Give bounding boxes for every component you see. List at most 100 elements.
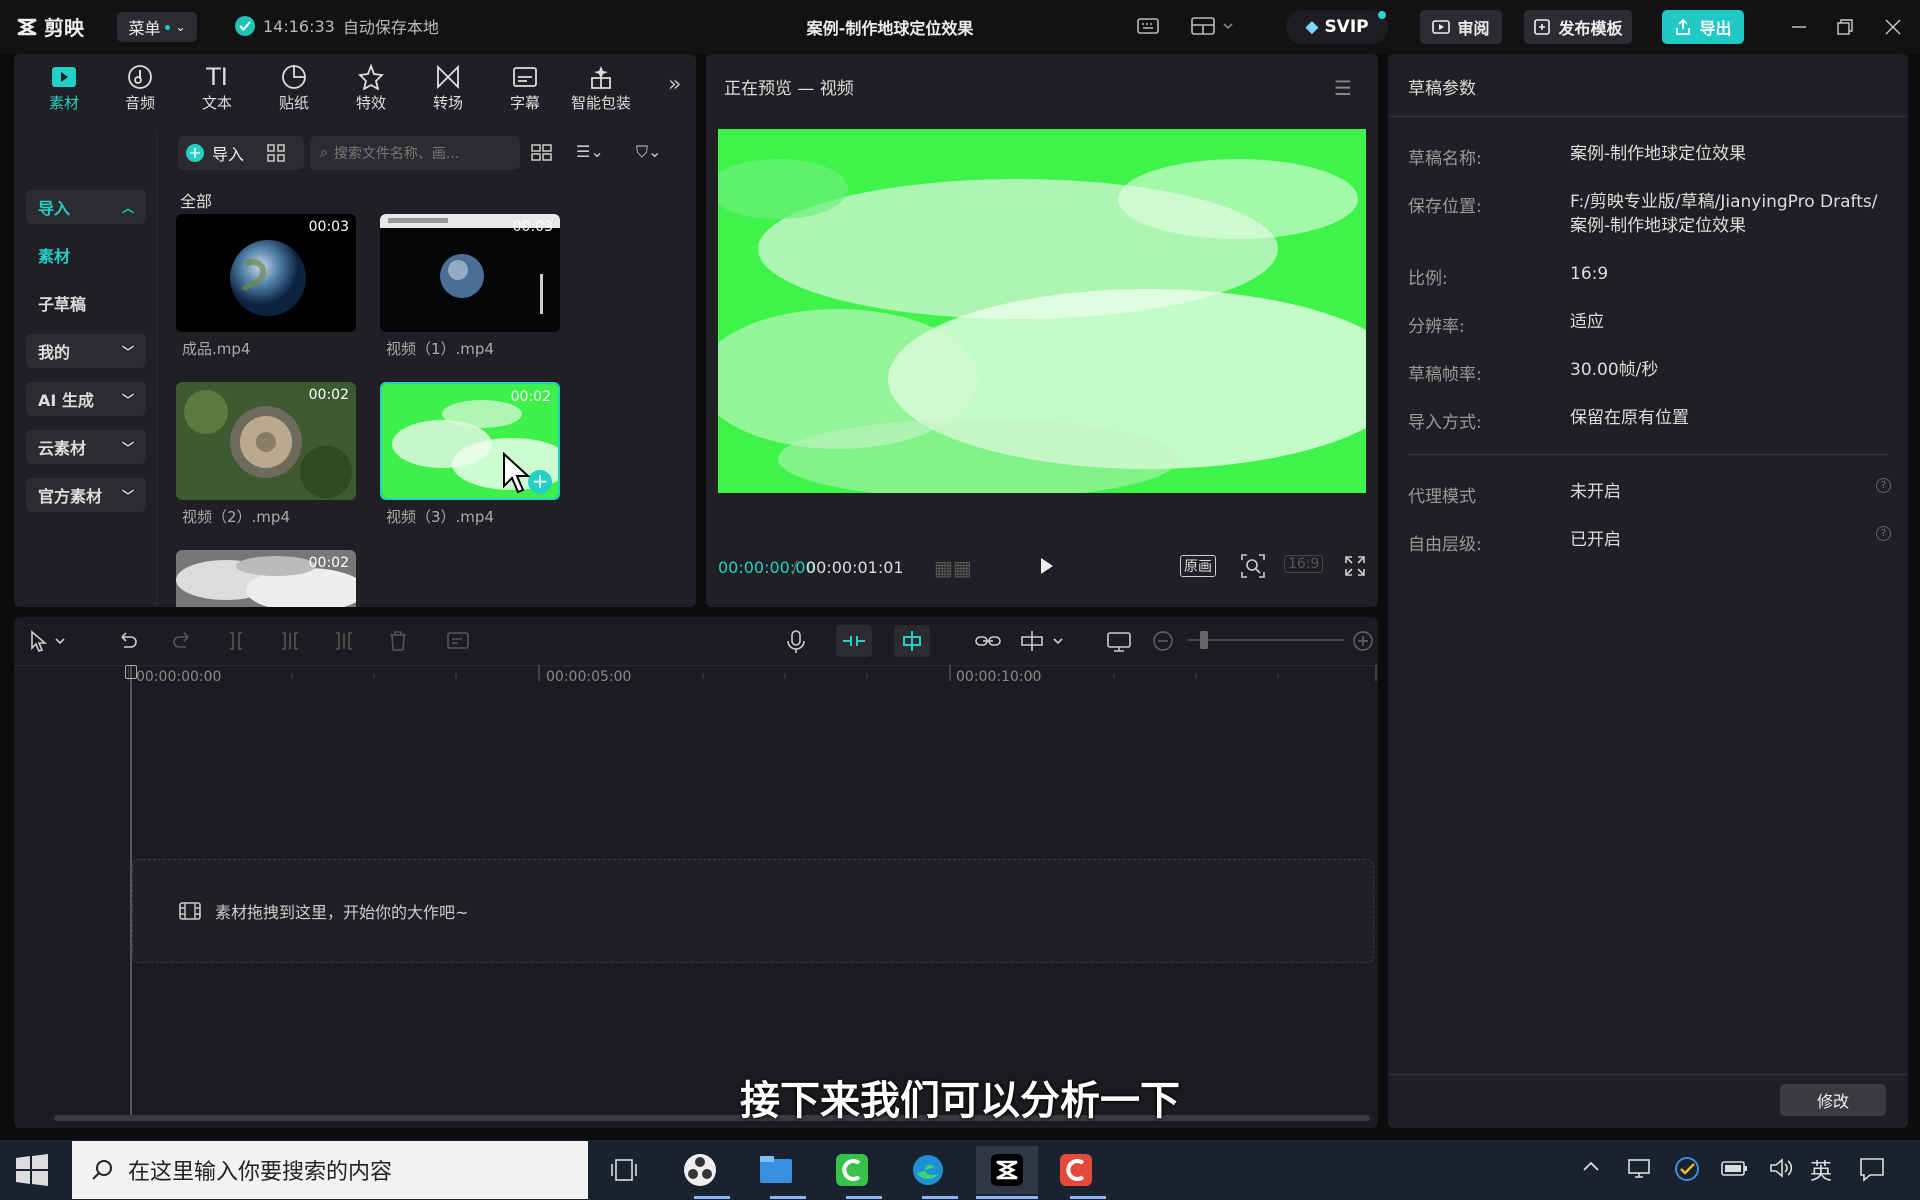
link-main-track-icon	[843, 636, 865, 646]
media-item-thumb[interactable]: 00:03	[380, 214, 560, 332]
play-button[interactable]	[1034, 554, 1058, 578]
timeline-drop-zone[interactable]: 素材拖拽到这里，开始你的大作吧~	[132, 859, 1374, 963]
publish-template-button[interactable]: 发布模板	[1524, 10, 1632, 44]
app-davinci-icon[interactable]	[676, 1146, 724, 1194]
sidebar-official[interactable]: 官方素材 ﹀	[26, 478, 146, 512]
sidebar-ai[interactable]: AI 生成 ﹀	[26, 382, 146, 416]
all-label: 全部	[180, 192, 213, 211]
playhead-handle[interactable]	[125, 665, 137, 679]
svip-button[interactable]: ◆ SVIP	[1286, 10, 1388, 44]
app-capcut-icon[interactable]	[976, 1146, 1038, 1194]
undo-icon[interactable]	[116, 629, 140, 653]
screenshot-icon[interactable]	[1106, 629, 1132, 653]
media-item-thumb[interactable]: 00:02	[176, 382, 356, 500]
preview-video[interactable]	[718, 129, 1366, 493]
tool-text[interactable]: TI 文本	[187, 62, 247, 113]
check-icon	[235, 16, 255, 36]
menu-button[interactable]: 菜单 ⌄	[117, 12, 197, 42]
snap-toggle[interactable]	[894, 625, 930, 657]
preview-axis-icon[interactable]	[1020, 629, 1070, 653]
redo-icon[interactable]	[170, 629, 194, 653]
network-icon[interactable]	[1626, 1156, 1652, 1180]
more-tools-icon[interactable]: »	[668, 72, 681, 97]
ime-indicator[interactable]: 英	[1810, 1154, 1832, 1186]
zoom-slider-handle[interactable]	[1200, 631, 1208, 649]
media-item-thumb[interactable]: 00:03	[176, 214, 356, 332]
media-item-thumb[interactable]: 00:02	[176, 550, 356, 607]
app-running-indicator	[770, 1196, 806, 1199]
zoom-out-icon[interactable]	[1152, 629, 1174, 653]
media-item-name: 视频（3）.mp4	[386, 508, 494, 526]
grid-icon[interactable]: ▦▦	[934, 556, 972, 580]
view-toggle-icon[interactable]	[530, 142, 554, 164]
tool-audio[interactable]: 音频	[110, 62, 170, 113]
param-label: 比例:	[1408, 269, 1448, 289]
filter-icon[interactable]: ⛉⌄	[636, 142, 661, 162]
task-view-icon[interactable]	[600, 1146, 648, 1194]
split-icon[interactable]	[224, 629, 248, 653]
shortcut-icon[interactable]	[1136, 14, 1160, 38]
magnet-toggle[interactable]	[836, 625, 872, 657]
tool-sticker[interactable]: 贴纸	[264, 62, 324, 113]
taskbar-search-input[interactable]: 在这里输入你要搜索的内容	[72, 1141, 588, 1199]
tool-smart-pack[interactable]: 智能包装	[563, 62, 639, 113]
zoom-icon[interactable]	[1240, 553, 1266, 579]
sidebar-import[interactable]: 导入 ︿	[26, 190, 146, 224]
time-ruler[interactable]	[128, 665, 1378, 687]
tool-effect[interactable]: 特效	[341, 62, 401, 113]
capcut-logo-icon	[17, 18, 37, 35]
tool-media[interactable]: 素材	[34, 62, 94, 113]
close-icon[interactable]	[1884, 15, 1902, 39]
split-right-icon[interactable]	[332, 629, 356, 653]
task-check-icon[interactable]	[1674, 1156, 1700, 1182]
sidebar-mine[interactable]: 我的 ﹀	[26, 334, 146, 368]
minimize-icon[interactable]	[1790, 15, 1808, 39]
app-camtasia-red-icon[interactable]	[1052, 1146, 1100, 1194]
app-camtasia-green-icon[interactable]	[828, 1146, 876, 1194]
split-left-icon[interactable]	[278, 629, 302, 653]
app-logo: 剪映	[16, 12, 84, 41]
volume-icon[interactable]	[1768, 1156, 1794, 1180]
export-button[interactable]: 导出	[1662, 10, 1744, 44]
param-label: 草稿名称:	[1408, 149, 1482, 169]
battery-icon[interactable]	[1720, 1156, 1748, 1180]
media-search-input[interactable]: ⌕ 搜索文件名称、画...	[310, 136, 520, 170]
tool-caption[interactable]: 字幕	[495, 62, 555, 113]
ruler-label: 00:00:10:00	[956, 669, 1042, 685]
original-quality-button[interactable]: 原画	[1180, 555, 1216, 577]
zoom-in-icon[interactable]	[1352, 629, 1374, 653]
link-icon[interactable]	[974, 629, 1002, 653]
zoom-slider[interactable]	[1188, 639, 1344, 641]
windows-start-icon[interactable]	[14, 1152, 50, 1188]
sidebar-cloud[interactable]: 云素材 ﹀	[26, 430, 146, 464]
duration-badge: 00:03	[512, 219, 553, 235]
microphone-icon[interactable]	[784, 629, 808, 655]
restore-icon[interactable]	[1836, 15, 1854, 39]
ratio-button[interactable]: 16:9	[1284, 555, 1324, 573]
media-item-thumb-selected[interactable]: 00:02 +	[380, 382, 560, 500]
review-button[interactable]: 审阅	[1420, 10, 1502, 44]
preview-menu-icon[interactable]: ☰	[1334, 76, 1352, 100]
notification-icon[interactable]	[1858, 1156, 1886, 1182]
sidebar-media[interactable]: 素材	[26, 238, 146, 272]
caption-edit-icon[interactable]	[446, 629, 472, 653]
tool-transition[interactable]: 转场	[418, 62, 478, 113]
delete-icon[interactable]	[386, 629, 410, 653]
import-button[interactable]: + 导入	[178, 136, 304, 170]
help-icon[interactable]: ?	[1876, 526, 1891, 541]
tray-chevron-up-icon[interactable]	[1580, 1156, 1602, 1178]
media-item-name: 视频（1）.mp4	[386, 340, 494, 358]
select-tool-icon[interactable]	[28, 629, 68, 653]
help-icon[interactable]: ?	[1876, 478, 1891, 493]
window-title: 案例-制作地球定位效果	[806, 19, 974, 38]
app-explorer-icon[interactable]	[752, 1146, 800, 1194]
layout-icon[interactable]	[1190, 14, 1234, 38]
sort-icon[interactable]: ☰⌄	[576, 142, 604, 161]
app-edge-icon[interactable]	[904, 1146, 952, 1194]
timeline-panel: 00:00:00:00 00:00:05:00 00:00:10:00 素材拖拽…	[14, 617, 1378, 1128]
transition-icon	[437, 64, 459, 90]
fullscreen-icon[interactable]	[1344, 555, 1366, 577]
params-header: 草稿参数	[1408, 79, 1476, 99]
sidebar-subdraft[interactable]: 子草稿	[26, 286, 146, 320]
app-name: 剪映	[44, 16, 84, 40]
